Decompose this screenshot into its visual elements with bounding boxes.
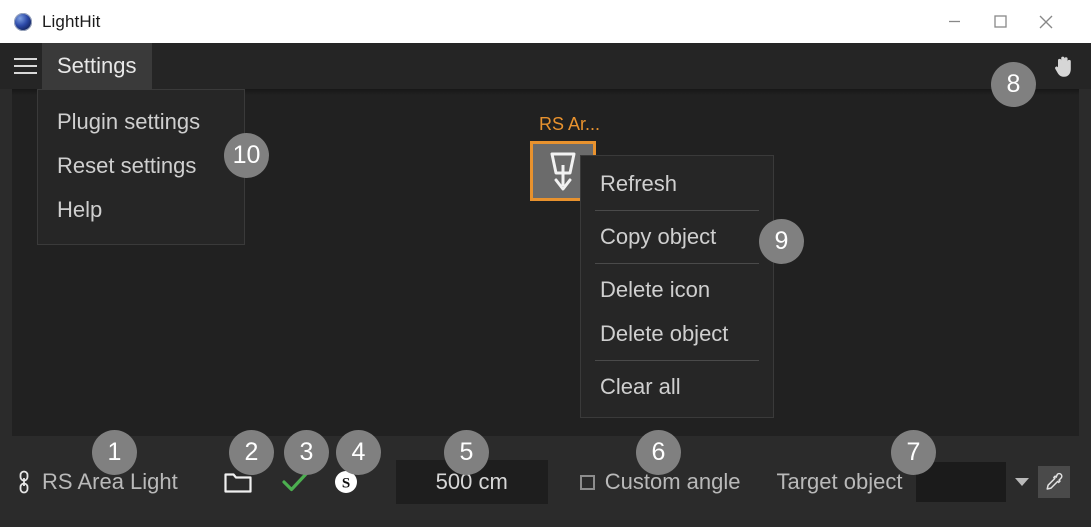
svg-text:S: S <box>342 475 350 491</box>
context-menu-separator <box>595 210 759 211</box>
lighthit-window: LightHit Settings RS Ar... Refresh Copy … <box>0 0 1091 527</box>
annotation-badge-10: 10 <box>224 133 269 178</box>
target-object-input[interactable] <box>916 462 1007 502</box>
menu-bar: Settings <box>0 43 1091 89</box>
annotation-badge-9: 9 <box>759 219 804 264</box>
custom-angle-label: Custom angle <box>604 469 741 494</box>
menu-tab-settings[interactable]: Settings <box>42 43 152 89</box>
hand-pan-icon[interactable] <box>1051 53 1077 79</box>
minimize-icon[interactable] <box>931 0 977 43</box>
annotation-badge-7: 7 <box>891 430 936 475</box>
annotation-badge-2: 2 <box>229 430 274 475</box>
close-icon[interactable] <box>1023 0 1069 43</box>
annotation-badge-4: 4 <box>336 430 381 475</box>
hamburger-icon[interactable] <box>8 43 42 89</box>
link-chain-icon[interactable] <box>16 469 32 495</box>
context-menu-separator <box>595 263 759 264</box>
object-context-menu[interactable]: Refresh Copy object Delete icon Delete o… <box>580 155 774 418</box>
canvas-object-label: RS Ar... <box>539 114 601 134</box>
target-object-label: Target object <box>776 469 903 494</box>
settings-menu-item-plugin-settings[interactable]: Plugin settings <box>38 100 244 144</box>
annotation-badge-8: 8 <box>991 62 1036 107</box>
settings-dropdown-menu[interactable]: Plugin settings Reset settings Help <box>37 89 245 245</box>
custom-angle-checkbox[interactable] <box>579 474 595 490</box>
window-controls <box>931 0 1091 43</box>
context-menu-item-copy-object[interactable]: Copy object <box>581 215 773 259</box>
settings-menu-item-reset-settings[interactable]: Reset settings <box>38 144 244 188</box>
window-controls-spacer <box>1069 0 1091 43</box>
title-bar: LightHit <box>0 0 1091 43</box>
annotation-badge-3: 3 <box>284 430 329 475</box>
eyedropper-icon[interactable] <box>1038 466 1071 498</box>
context-menu-item-clear-all[interactable]: Clear all <box>581 365 773 409</box>
context-menu-separator <box>595 360 759 361</box>
context-menu-item-delete-icon[interactable]: Delete icon <box>581 268 773 312</box>
settings-menu-item-help[interactable]: Help <box>38 188 244 232</box>
chevron-down-icon[interactable] <box>1015 478 1030 486</box>
context-menu-item-refresh[interactable]: Refresh <box>581 162 773 206</box>
sphere-logo-icon <box>14 12 32 31</box>
maximize-icon[interactable] <box>977 0 1023 43</box>
context-menu-item-delete-object[interactable]: Delete object <box>581 312 773 356</box>
annotation-badge-6: 6 <box>636 430 681 475</box>
annotation-badge-5: 5 <box>444 430 489 475</box>
window-title: LightHit <box>42 11 101 31</box>
annotation-badge-1: 1 <box>92 430 137 475</box>
